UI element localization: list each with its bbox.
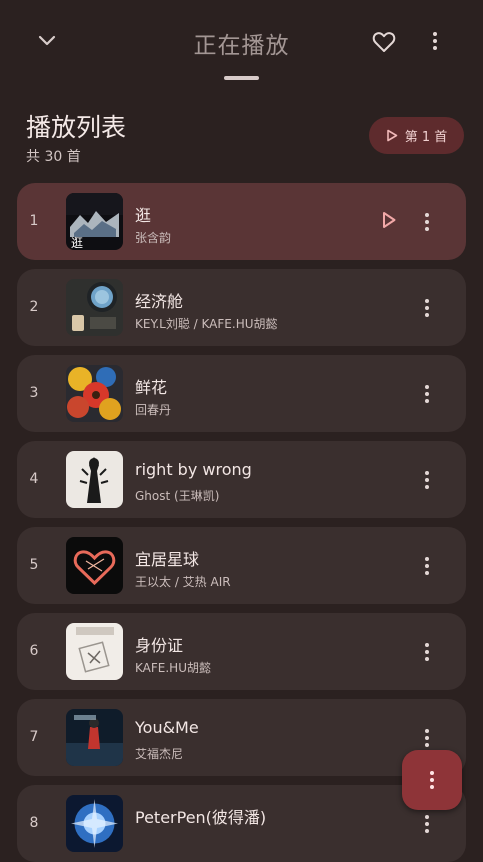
more-vert-icon: [433, 32, 437, 50]
more-vert-icon: [425, 643, 429, 661]
album-cover: [66, 623, 123, 680]
more-vert-icon: [425, 471, 429, 489]
track-number: 8: [29, 815, 39, 831]
favorite-button[interactable]: [368, 26, 400, 58]
drag-handle[interactable]: [224, 76, 259, 80]
track-artist: 王以太 / 艾热 AIR: [135, 575, 231, 589]
album-cover: [66, 451, 123, 508]
track-row[interactable]: 4 right by wrong Ghost (王琳凯): [17, 441, 466, 518]
track-number: 4: [29, 471, 39, 487]
track-more-button[interactable]: [417, 723, 437, 753]
page-title: 正在播放: [193, 33, 290, 59]
floating-menu-button[interactable]: [402, 750, 462, 810]
svg-text:逛: 逛: [71, 236, 83, 250]
track-row[interactable]: 6 身份证 KAFE.HU胡懿: [17, 613, 466, 690]
more-options-button[interactable]: [425, 26, 445, 56]
track-more-button[interactable]: [417, 637, 437, 667]
album-cover: [66, 279, 123, 336]
track-number: 5: [29, 557, 39, 573]
track-row[interactable]: 5 宜居星球 王以太 / 艾热 AIR: [17, 527, 466, 604]
track-row[interactable]: 1 逛 逛 张含韵: [17, 183, 466, 260]
more-vert-icon: [425, 213, 429, 231]
track-artist: KAFE.HU胡懿: [135, 661, 211, 675]
track-row[interactable]: 8 PeterPen(彼得潘): [17, 785, 466, 862]
track-title: PeterPen(彼得潘): [135, 808, 267, 827]
track-more-button[interactable]: [417, 207, 437, 237]
track-title: 经济舱: [135, 292, 184, 311]
play-from-track-button[interactable]: 第 1 首: [369, 117, 464, 154]
track-title: You&Me: [135, 718, 199, 737]
track-number: 6: [29, 643, 39, 659]
track-artist: 艾福杰尼: [135, 747, 184, 761]
heart-outline-icon: [372, 32, 396, 52]
track-artist: 回春丹: [135, 403, 172, 417]
play-chip-label: 第 1 首: [404, 130, 448, 145]
track-title: 逛: [135, 206, 152, 225]
track-artist: KEY.L刘聪 / KAFE.HU胡懿: [135, 317, 278, 331]
more-vert-icon: [425, 299, 429, 317]
more-vert-icon: [425, 385, 429, 403]
track-artist: 张含韵: [135, 231, 172, 245]
album-cover: 逛: [66, 193, 123, 250]
more-vert-icon: [430, 771, 434, 789]
more-vert-icon: [425, 815, 429, 833]
album-cover: [66, 365, 123, 422]
track-number: 3: [29, 385, 39, 401]
album-cover: [66, 709, 123, 766]
track-row[interactable]: 7 You&Me 艾福杰尼: [17, 699, 466, 776]
track-more-button[interactable]: [417, 809, 437, 839]
more-vert-icon: [425, 729, 429, 747]
track-title: 身份证: [135, 636, 184, 655]
top-app-bar: 正在播放: [0, 0, 483, 80]
track-row[interactable]: 2 经济舱 KEY.L刘聪 / KAFE.HU胡懿: [17, 269, 466, 346]
track-row[interactable]: 3 鲜花 回春丹: [17, 355, 466, 432]
play-outline-icon: [386, 129, 398, 142]
track-title: 鲜花: [135, 378, 168, 397]
track-number: 2: [29, 299, 39, 315]
more-vert-icon: [425, 557, 429, 575]
playlist-title: 播放列表: [26, 113, 127, 142]
play-outline-icon: [383, 212, 396, 228]
track-number: 1: [29, 213, 39, 229]
track-more-button[interactable]: [417, 293, 437, 323]
album-cover: [66, 795, 123, 852]
track-more-button[interactable]: [417, 379, 437, 409]
now-playing-play-button[interactable]: [381, 211, 397, 233]
track-more-button[interactable]: [417, 551, 437, 581]
track-more-button[interactable]: [417, 465, 437, 495]
track-artist: Ghost (王琳凯): [135, 489, 220, 503]
track-title: 宜居星球: [135, 550, 200, 569]
track-title: right by wrong: [135, 460, 252, 479]
track-number: 7: [29, 729, 39, 745]
playlist-count: 共 30 首: [26, 149, 81, 165]
album-cover: [66, 537, 123, 594]
